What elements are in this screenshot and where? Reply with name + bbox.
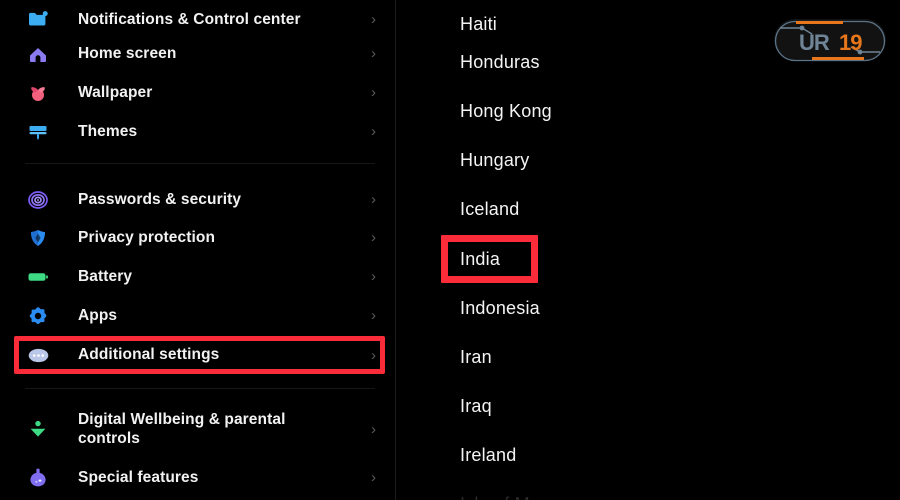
fingerprint-security-icon xyxy=(25,187,51,213)
sidebar-item-privacy-protection[interactable]: Privacy protection › xyxy=(0,218,395,257)
country-name: Indonesia xyxy=(460,298,540,318)
sidebar-item-digital-wellbeing[interactable]: Digital Wellbeing & parental controls › xyxy=(0,405,395,453)
screenshot-root: Notifications & Control center › Home sc… xyxy=(0,0,900,500)
sidebar-item-label: Home screen xyxy=(78,44,177,62)
chevron-right-icon: › xyxy=(371,191,376,208)
sidebar-item-label: Notifications & Control center xyxy=(78,10,301,28)
chevron-right-icon: › xyxy=(371,469,376,486)
country-name: Iraq xyxy=(460,396,492,416)
additional-settings-icon xyxy=(25,342,51,368)
chevron-right-icon: › xyxy=(371,229,376,246)
sidebar-item-label: Digital Wellbeing & parental controls xyxy=(78,410,286,447)
list-item[interactable]: Iceland xyxy=(396,185,900,234)
list-item-india[interactable]: India xyxy=(396,235,900,284)
country-name: Honduras xyxy=(460,52,540,72)
chevron-right-icon: › xyxy=(371,346,376,364)
section-divider xyxy=(25,163,375,164)
country-name: Haiti xyxy=(460,14,498,34)
country-name: Hong Kong xyxy=(460,101,552,121)
special-features-icon xyxy=(25,465,51,491)
sidebar-item-label: Privacy protection xyxy=(78,228,216,246)
sidebar-item-wallpaper[interactable]: Wallpaper › xyxy=(0,73,395,112)
chevron-right-icon: › xyxy=(371,307,376,324)
sidebar-item-home-screen[interactable]: Home screen › xyxy=(0,34,395,73)
apps-gear-icon xyxy=(25,303,51,329)
sidebar-item-themes[interactable]: Themes › xyxy=(0,112,395,151)
list-item[interactable]: Ireland xyxy=(396,431,900,480)
section-divider xyxy=(25,388,375,389)
country-name: Hungary xyxy=(460,150,530,170)
chevron-right-icon: › xyxy=(371,420,376,438)
sidebar-item-additional-settings[interactable]: Additional settings › xyxy=(0,336,395,374)
country-region-panel: Haiti Honduras Hong Kong Hungary Iceland… xyxy=(396,0,900,500)
sidebar-item-label: Battery xyxy=(78,267,133,285)
chevron-right-icon: › xyxy=(371,11,376,28)
sidebar-item-label: Themes xyxy=(78,122,138,140)
digital-wellbeing-icon xyxy=(25,416,51,442)
chevron-right-icon: › xyxy=(371,45,376,62)
list-item[interactable]: Iraq xyxy=(396,382,900,431)
sidebar-item-label: Special features xyxy=(78,468,199,486)
wallpaper-flower-icon xyxy=(25,80,51,106)
sidebar-item-passwords-security[interactable]: Passwords & security › xyxy=(0,180,395,219)
home-screen-icon xyxy=(25,41,51,67)
country-name: Ireland xyxy=(460,445,517,465)
list-item[interactable]: Iran xyxy=(396,333,900,382)
country-name: India xyxy=(460,249,501,269)
logo-text-left: UR xyxy=(799,30,830,55)
sidebar-item-label: Additional settings xyxy=(78,346,220,364)
ur19-logo-watermark: UR 19 xyxy=(768,14,892,66)
list-item[interactable]: Indonesia xyxy=(396,284,900,333)
list-item[interactable]: Hungary xyxy=(396,136,900,185)
list-item[interactable]: Isle of Man xyxy=(396,480,900,500)
country-name: Iran xyxy=(460,347,492,367)
country-name: Isle of Man xyxy=(460,494,550,500)
sidebar-item-label: Wallpaper xyxy=(78,83,153,101)
chevron-right-icon: › xyxy=(371,268,376,285)
country-name: Iceland xyxy=(460,199,520,219)
sidebar-item-apps[interactable]: Apps › xyxy=(0,296,395,335)
android-settings-panel: Notifications & Control center › Home sc… xyxy=(0,0,395,500)
privacy-shield-icon xyxy=(25,225,51,251)
notifications-icon xyxy=(25,7,51,33)
chevron-right-icon: › xyxy=(371,123,376,140)
sidebar-item-label: Apps xyxy=(78,306,118,324)
sidebar-item-battery[interactable]: Battery › xyxy=(0,257,395,296)
sidebar-item-label: Passwords & security xyxy=(78,190,242,208)
list-item[interactable]: Hong Kong xyxy=(396,87,900,136)
themes-icon xyxy=(25,119,51,145)
battery-icon xyxy=(25,264,51,290)
logo-text-right: 19 xyxy=(839,30,862,55)
chevron-right-icon: › xyxy=(371,84,376,101)
sidebar-item-special-features[interactable]: Special features › xyxy=(0,458,395,497)
